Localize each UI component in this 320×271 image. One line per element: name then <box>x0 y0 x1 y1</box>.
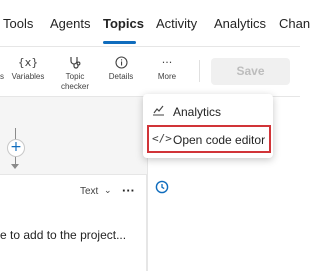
tab-channels[interactable]: Chan <box>279 16 310 31</box>
tab-agents[interactable]: Agents <box>50 16 90 31</box>
tab-activity[interactable]: Activity <box>156 16 197 31</box>
variables-icon: {x} <box>17 56 39 69</box>
topic-checker-label: Topic checker <box>60 72 89 91</box>
message-type-dropdown[interactable]: Text <box>80 186 98 197</box>
nav-divider <box>0 46 300 47</box>
tab-topics[interactable]: Topics <box>103 16 144 31</box>
connector-arrow-icon <box>11 164 19 169</box>
info-icon <box>106 56 136 70</box>
toolbar-partial-label: s <box>0 72 4 81</box>
chevron-down-icon[interactable]: ⌄ <box>104 186 112 196</box>
history-icon[interactable] <box>155 180 169 194</box>
details-label: Details <box>108 72 134 81</box>
tab-tools[interactable]: Tools <box>3 16 33 31</box>
highlight-box <box>147 125 271 153</box>
stethoscope-icon <box>56 56 94 70</box>
more-label: More <box>157 72 177 81</box>
more-button[interactable]: ··· More <box>154 56 180 82</box>
tab-analytics[interactable]: Analytics <box>214 16 266 31</box>
variables-button[interactable]: {x} Variables <box>10 56 46 82</box>
menu-item-label: Analytics <box>173 105 222 119</box>
message-text[interactable]: e to add to the project... <box>0 228 147 242</box>
chart-line-icon <box>152 104 165 119</box>
details-button[interactable]: Details <box>106 56 136 82</box>
top-nav: Tools Agents Topics Activity Analytics C… <box>0 0 310 46</box>
save-button[interactable]: Save <box>211 58 290 85</box>
topic-checker-button[interactable]: Topic checker <box>56 56 94 92</box>
add-node-button[interactable]: + <box>7 139 25 157</box>
toolbar-partial-item[interactable]: s <box>0 56 10 82</box>
more-icon: ··· <box>161 56 173 69</box>
menu-item-analytics[interactable]: Analytics <box>143 99 273 125</box>
partial-icon <box>0 56 10 70</box>
active-tab-indicator <box>103 41 136 44</box>
toolbar-separator <box>199 60 200 82</box>
variables-label: Variables <box>11 72 45 81</box>
node-more-options-icon[interactable]: ··· <box>122 183 135 198</box>
